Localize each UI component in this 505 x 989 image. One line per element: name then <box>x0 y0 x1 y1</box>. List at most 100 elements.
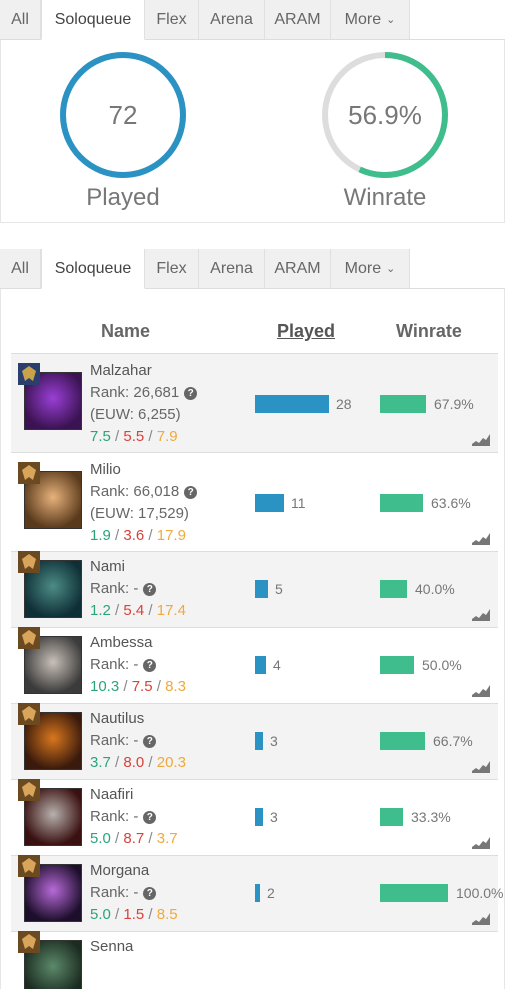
table-header: Name Played Winrate <box>11 311 498 355</box>
champion-euw-rank: (EUW: 6,255) <box>90 406 181 423</box>
table-row[interactable]: Milio Rank: 66,018? (EUW: 17,529) 1.9 / 3.6… <box>11 453 498 552</box>
kda: 3.7 / 8.0 / 20.3 <box>90 754 186 771</box>
champion-name[interactable]: Malzahar <box>90 360 197 382</box>
champion-rank: Rank: -? <box>90 730 186 752</box>
champion-name[interactable]: Morgana <box>90 860 178 882</box>
rank-badge-icon <box>18 779 40 801</box>
played-bar <box>255 732 263 750</box>
winrate-bar <box>380 884 448 902</box>
trend-graph-icon[interactable] <box>472 761 490 773</box>
table-row[interactable]: Morgana Rank: -? 5.0 / 1.5 / 8.5 2 100.0% <box>11 855 503 932</box>
help-icon[interactable]: ? <box>143 811 157 824</box>
champion-name[interactable]: Nautilus <box>90 708 186 730</box>
winrate-gauge: 56.9% Winrate <box>322 52 448 212</box>
tab-more[interactable]: More ⌄ <box>331 0 410 39</box>
champion-name[interactable]: Naafiri <box>90 784 178 806</box>
kda: 1.2 / 5.4 / 17.4 <box>90 602 186 619</box>
trend-graph-icon[interactable] <box>472 913 490 925</box>
champion-name[interactable]: Ambessa <box>90 632 186 654</box>
champion-rank: Rank: -? <box>90 578 186 600</box>
rank-badge-icon <box>18 855 40 877</box>
winrate-bar <box>380 395 426 413</box>
champion-name[interactable]: Nami <box>90 556 186 578</box>
winrate-value: 56.9% <box>348 99 422 130</box>
table-row[interactable]: Senna <box>11 931 498 989</box>
winrate-percent: 100.0% <box>456 885 504 901</box>
played-value: 72 <box>108 99 138 130</box>
summary-panel: 72 Played 56.9% Winrate <box>0 40 505 223</box>
table-row[interactable]: Naafiri Rank: -? 5.0 / 8.7 / 3.7 3 33.3% <box>11 779 498 856</box>
queue-tabs-top: All Soloqueue Flex Arena ARAM More ⌄ <box>0 0 505 40</box>
tab-arena[interactable]: Arena <box>199 249 265 288</box>
winrate-bar <box>380 808 403 826</box>
champion-rank: Rank: 26,681? <box>90 382 198 404</box>
played-count: 4 <box>273 657 281 673</box>
played-count: 5 <box>275 581 283 597</box>
played-bar <box>255 580 268 598</box>
played-count: 3 <box>270 809 278 825</box>
winrate-bar <box>380 732 425 750</box>
help-icon[interactable]: ? <box>143 735 157 748</box>
winrate-label: Winrate <box>343 184 427 211</box>
rank-badge-icon <box>18 363 40 385</box>
winrate-percent: 50.0% <box>422 657 462 673</box>
column-played[interactable]: Played <box>277 321 335 342</box>
tab-more[interactable]: More ⌄ <box>331 249 410 288</box>
rank-badge-icon <box>18 931 40 953</box>
tab-flex[interactable]: Flex <box>145 0 199 39</box>
winrate-percent: 63.6% <box>431 495 471 511</box>
help-icon[interactable]: ? <box>143 659 157 672</box>
tab-soloqueue[interactable]: Soloqueue <box>41 249 145 289</box>
tab-flex[interactable]: Flex <box>145 249 199 288</box>
help-icon[interactable]: ? <box>184 486 198 499</box>
winrate-bar <box>380 580 407 598</box>
table-row[interactable]: Malzahar Rank: 26,681? (EUW: 6,255) 7.5 / 5… <box>11 354 498 453</box>
trend-graph-icon[interactable] <box>472 609 490 621</box>
table-row[interactable]: Nami Rank: -? 1.2 / 5.4 / 17.4 5 40.0% <box>11 551 498 628</box>
table-row[interactable]: Ambessa Rank: -? 10.3 / 7.5 / 8.3 4 50.0% <box>11 627 498 704</box>
kda: 1.9 / 3.6 / 17.9 <box>90 527 186 544</box>
champion-rank: Rank: -? <box>90 654 186 676</box>
trend-graph-icon[interactable] <box>472 533 490 545</box>
champion-euw-rank: (EUW: 17,529) <box>90 505 189 522</box>
played-label: Played <box>86 184 160 211</box>
chevron-down-icon: ⌄ <box>386 263 396 275</box>
champion-rank: Rank: 66,018? <box>90 481 198 503</box>
column-name[interactable]: Name <box>101 321 150 342</box>
played-count: 28 <box>336 396 352 412</box>
played-gauge: 72 Played <box>60 52 186 212</box>
tab-aram[interactable]: ARAM <box>265 249 331 288</box>
table-row[interactable]: Nautilus Rank: -? 3.7 / 8.0 / 20.3 3 66.7% <box>11 703 498 780</box>
rank-badge-icon <box>18 703 40 725</box>
queue-tabs-bottom: All Soloqueue Flex Arena ARAM More ⌄ <box>0 249 505 289</box>
champion-rank: Rank: -? <box>90 882 178 904</box>
help-icon[interactable]: ? <box>143 887 157 900</box>
played-bar <box>255 395 329 413</box>
trend-graph-icon[interactable] <box>472 837 490 849</box>
tab-all[interactable]: All <box>0 249 41 288</box>
rank-badge-icon <box>18 627 40 649</box>
played-count: 2 <box>267 885 275 901</box>
winrate-percent: 66.7% <box>433 733 473 749</box>
kda: 10.3 / 7.5 / 8.3 <box>90 678 186 695</box>
tab-soloqueue[interactable]: Soloqueue <box>41 0 145 40</box>
help-icon[interactable]: ? <box>184 387 198 400</box>
played-bar <box>255 884 260 902</box>
played-count: 11 <box>291 495 306 511</box>
played-bar <box>255 808 263 826</box>
tab-all[interactable]: All <box>0 0 41 39</box>
winrate-bar <box>380 656 414 674</box>
kda: 5.0 / 1.5 / 8.5 <box>90 906 178 923</box>
column-winrate[interactable]: Winrate <box>396 321 462 342</box>
rank-badge-icon <box>18 551 40 573</box>
help-icon[interactable]: ? <box>143 583 157 596</box>
played-bar <box>255 656 266 674</box>
winrate-percent: 40.0% <box>415 581 455 597</box>
champion-name[interactable]: Senna <box>90 936 133 958</box>
tab-aram[interactable]: ARAM <box>265 0 331 39</box>
trend-graph-icon[interactable] <box>472 434 490 446</box>
chevron-down-icon: ⌄ <box>386 14 396 26</box>
trend-graph-icon[interactable] <box>472 685 490 697</box>
champion-name[interactable]: Milio <box>90 459 197 481</box>
tab-arena[interactable]: Arena <box>199 0 265 39</box>
